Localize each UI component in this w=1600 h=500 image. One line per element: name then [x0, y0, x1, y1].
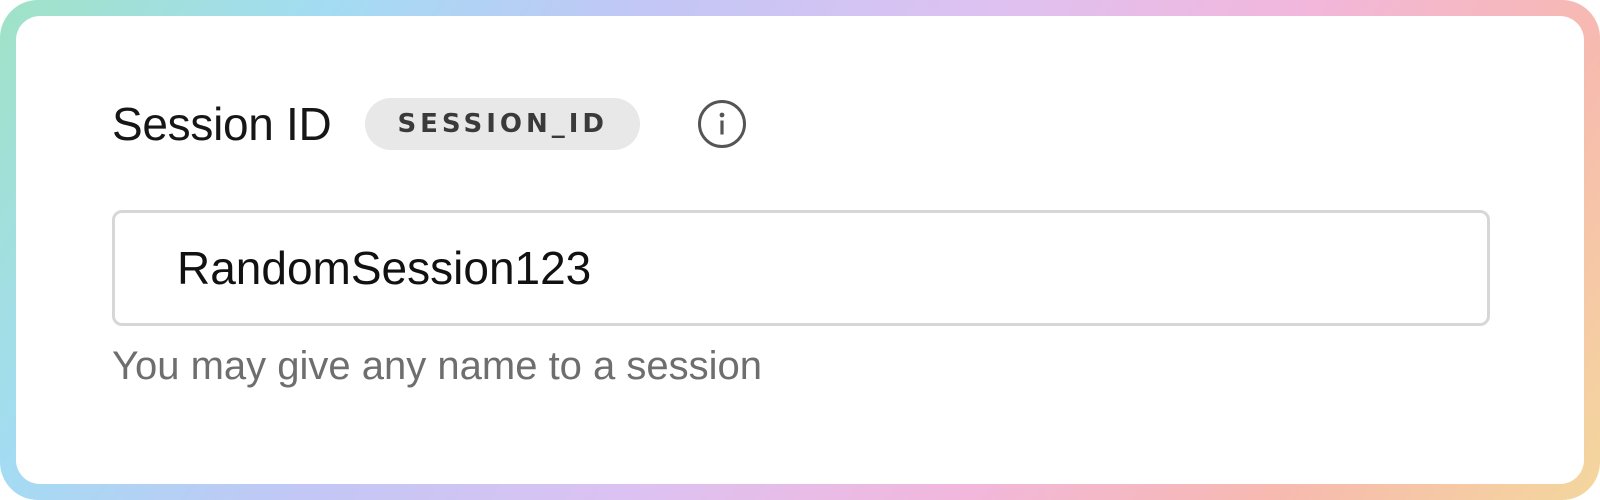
field-header: Session ID SESSION_ID [112, 96, 746, 152]
info-glyph [719, 112, 725, 135]
session-id-input[interactable] [115, 213, 1487, 323]
field-label: Session ID [112, 98, 332, 150]
helper-text: You may give any name to a session [112, 344, 763, 388]
info-icon[interactable] [698, 100, 746, 148]
session-id-field[interactable] [112, 210, 1490, 326]
variable-badge: SESSION_ID [365, 98, 640, 150]
